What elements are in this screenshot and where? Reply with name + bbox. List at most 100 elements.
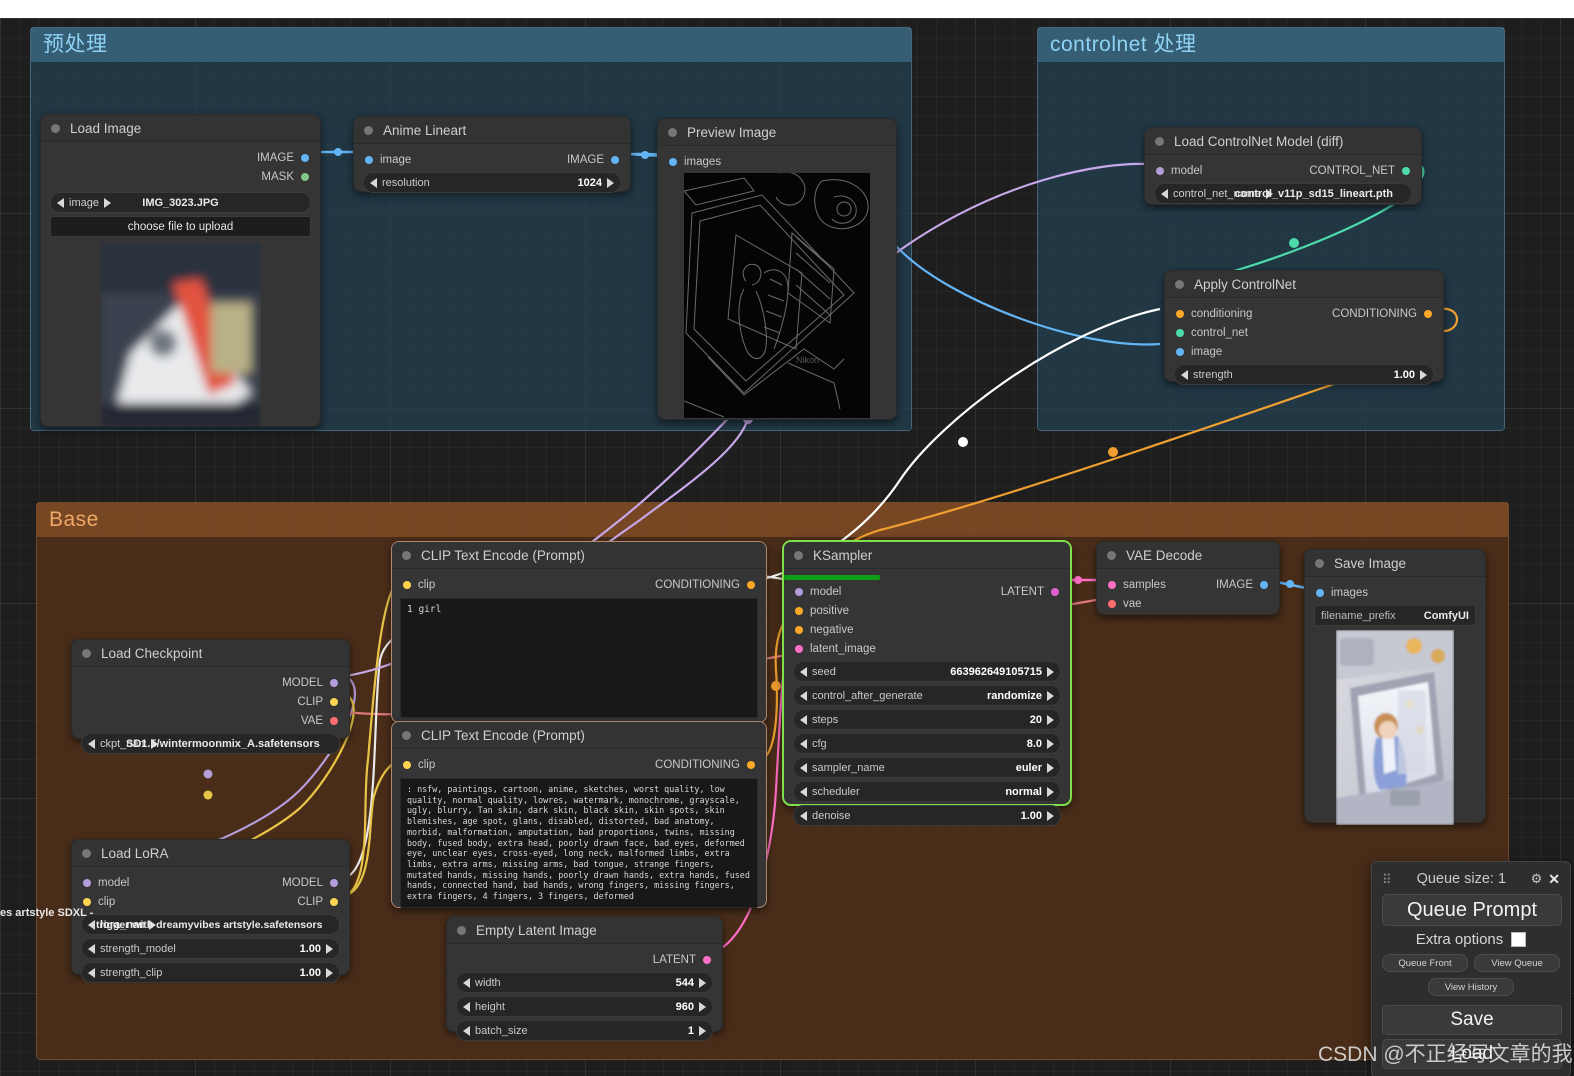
node-save-image[interactable]: Save Image images filename_prefix ComfyU… <box>1304 549 1486 825</box>
seed-widget[interactable]: seed 663962649105715 <box>793 661 1061 682</box>
output-slot-conditioning[interactable]: CONDITIONING <box>1332 308 1432 320</box>
vae-slot-dot[interactable] <box>1108 599 1116 608</box>
comfyui-canvas[interactable]: 预处理 controlnet 处理 Base Load Image IMAGE … <box>0 0 1574 1076</box>
conditioning-slot-dot[interactable] <box>795 625 803 634</box>
image-slot-dot[interactable] <box>1316 588 1324 597</box>
ckpt-name-widget[interactable]: ckpt_name SD1.5/wintermoonmix_A.safetens… <box>81 733 340 754</box>
io-row[interactable]: image IMAGE <box>354 150 630 169</box>
vae-slot-dot[interactable] <box>330 716 338 725</box>
batch-size-widget[interactable]: batch_size 1 <box>456 1020 713 1041</box>
node-clip-text-encode-positive[interactable]: CLIP Text Encode (Prompt) clip CONDITION… <box>391 541 767 723</box>
image-slot-dot[interactable] <box>611 155 619 164</box>
collapse-icon[interactable] <box>364 125 373 135</box>
image-slot-dot[interactable] <box>1176 347 1184 356</box>
model-slot-dot[interactable] <box>795 587 803 596</box>
input-slot-model[interactable]: model <box>795 586 841 598</box>
collapse-icon[interactable] <box>1107 550 1116 560</box>
io-row[interactable]: samples IMAGE <box>1097 575 1279 594</box>
mask-slot-dot[interactable] <box>301 172 309 181</box>
node-load-checkpoint[interactable]: Load Checkpoint MODEL CLIP VAE ckpt_nam … <box>71 639 350 754</box>
output-slot-image[interactable]: IMAGE <box>41 148 320 167</box>
output-slot-latent[interactable]: LATENT <box>1001 586 1059 598</box>
input-slot-conditioning[interactable]: conditioning <box>1176 308 1252 320</box>
clip-slot-dot[interactable] <box>403 580 411 589</box>
negative-prompt-textarea[interactable]: : nsfw, paintings, cartoon, anime, sketc… <box>400 778 758 908</box>
strength-model-widget[interactable]: strength_model 1.00 <box>81 938 340 959</box>
model-slot-dot[interactable] <box>1156 166 1164 175</box>
clip-slot-dot[interactable] <box>330 897 338 906</box>
collapse-icon[interactable] <box>794 550 803 560</box>
conditioning-slot-dot[interactable] <box>795 606 803 615</box>
prev-arrow-icon[interactable] <box>463 977 470 988</box>
output-slot-vae[interactable]: VAE <box>72 711 349 730</box>
height-widget[interactable]: height 960 <box>456 996 713 1017</box>
collapse-icon[interactable] <box>82 848 91 858</box>
next-arrow-icon[interactable] <box>607 177 614 188</box>
collapse-icon[interactable] <box>402 550 411 560</box>
next-arrow-icon[interactable] <box>1047 810 1054 821</box>
output-slot-conditioning[interactable]: CONDITIONING <box>655 759 755 771</box>
positive-prompt-textarea[interactable]: 1 girl <box>400 598 758 718</box>
io-row[interactable]: clip CONDITIONING <box>392 575 766 594</box>
collapse-icon[interactable] <box>1155 136 1164 146</box>
prev-arrow-icon[interactable] <box>88 967 95 978</box>
output-slot-clip[interactable]: CLIP <box>297 896 338 908</box>
collapse-icon[interactable] <box>402 730 411 740</box>
prev-arrow-icon[interactable] <box>800 666 807 677</box>
conditioning-slot-dot[interactable] <box>747 760 755 769</box>
latent-slot-dot[interactable] <box>1051 587 1059 596</box>
prev-arrow-icon[interactable] <box>463 1001 470 1012</box>
input-slot-vae[interactable]: vae <box>1097 594 1279 613</box>
extra-options-checkbox[interactable] <box>1511 932 1527 947</box>
io-row-model[interactable]: model MODEL <box>72 873 349 892</box>
filename-prefix-widget[interactable]: filename_prefix ComfyUI <box>1314 605 1476 626</box>
output-slot-image[interactable]: IMAGE <box>567 154 619 166</box>
node-clip-text-encode-negative[interactable]: CLIP Text Encode (Prompt) clip CONDITION… <box>391 721 767 908</box>
io-row[interactable]: clip CONDITIONING <box>392 755 766 774</box>
node-ksampler[interactable]: KSampler model LATENT positive negative … <box>783 541 1071 826</box>
save-button[interactable]: Save <box>1382 1005 1562 1035</box>
strength-widget[interactable]: strength 1.00 <box>1174 364 1434 385</box>
strength-clip-widget[interactable]: strength_clip 1.00 <box>81 962 340 983</box>
collapse-icon[interactable] <box>82 648 91 658</box>
controlnet-slot-dot[interactable] <box>1402 166 1410 175</box>
input-slot-images[interactable]: images <box>658 152 896 171</box>
io-row[interactable]: model LATENT <box>784 582 1070 601</box>
denoise-widget[interactable]: denoise 1.00 <box>793 805 1061 826</box>
prev-arrow-icon[interactable] <box>463 1025 470 1036</box>
queue-front-button[interactable]: Queue Front <box>1382 954 1468 972</box>
input-slot-control-net[interactable]: control_net <box>1165 323 1443 342</box>
next-arrow-icon[interactable] <box>103 197 111 208</box>
conditioning-slot-dot[interactable] <box>1176 309 1184 318</box>
collapse-icon[interactable] <box>1175 279 1184 289</box>
latent-slot-dot[interactable] <box>795 644 803 653</box>
image-slot-dot[interactable] <box>301 153 309 162</box>
image-slot-dot[interactable] <box>1260 580 1268 589</box>
next-arrow-icon[interactable] <box>1047 762 1054 773</box>
prev-arrow-icon[interactable] <box>800 714 807 725</box>
node-load-lora[interactable]: Load LoRA model MODEL clip CLIP lora_na … <box>71 839 350 983</box>
next-arrow-icon[interactable] <box>1047 666 1054 677</box>
input-slot-negative[interactable]: negative <box>784 620 1070 639</box>
scheduler-widget[interactable]: scheduler normal <box>793 781 1061 802</box>
close-icon[interactable]: ✕ <box>1548 871 1560 888</box>
input-slot-model[interactable]: model <box>83 877 129 889</box>
prev-arrow-icon[interactable] <box>800 762 807 773</box>
prev-arrow-icon[interactable] <box>370 177 377 188</box>
input-slot-samples[interactable]: samples <box>1108 579 1166 591</box>
upload-file-button[interactable]: choose file to upload <box>50 216 311 237</box>
queue-prompt-button[interactable]: Queue Prompt <box>1382 894 1562 926</box>
output-slot-mask[interactable]: MASK <box>41 167 320 186</box>
clip-slot-dot[interactable] <box>83 897 91 906</box>
node-anime-lineart[interactable]: Anime Lineart image IMAGE resolution 102… <box>353 116 631 193</box>
prev-arrow-icon[interactable] <box>57 197 64 208</box>
prev-arrow-icon[interactable] <box>800 738 807 749</box>
view-history-button[interactable]: View History <box>1427 978 1515 996</box>
image-slot-dot[interactable] <box>365 155 373 164</box>
conditioning-slot-dot[interactable] <box>1424 309 1432 318</box>
input-slot-images[interactable]: images <box>1305 583 1485 602</box>
io-row-clip[interactable]: clip CLIP <box>72 892 349 911</box>
next-arrow-icon[interactable] <box>1047 690 1054 701</box>
output-slot-controlnet[interactable]: CONTROL_NET <box>1309 165 1410 177</box>
latent-slot-dot[interactable] <box>703 955 711 964</box>
